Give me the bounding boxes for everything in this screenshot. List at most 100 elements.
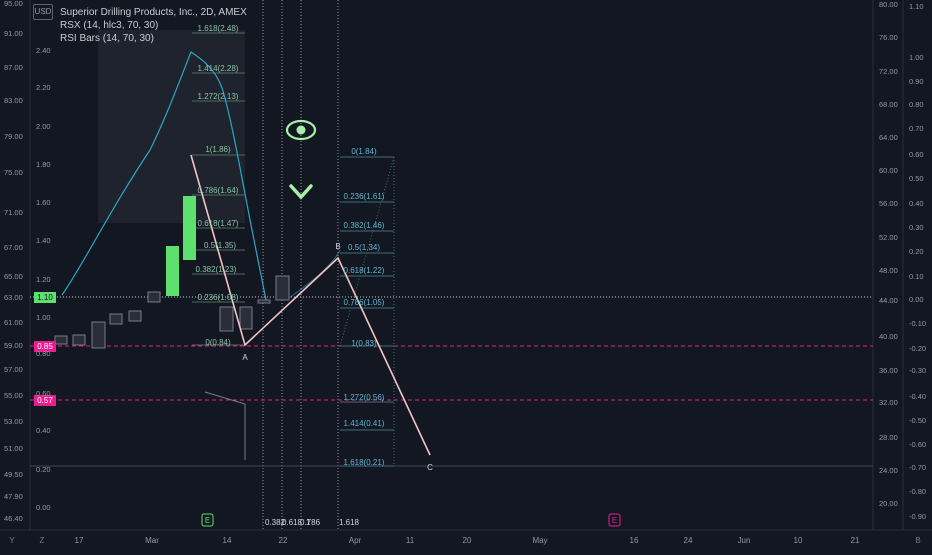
current-price-badge-label: 1.10 (37, 293, 53, 302)
time-axis-tick: 14 (223, 536, 232, 545)
left-axis-tick: 55.00 (4, 391, 23, 400)
right-axis-tick: 28.00 (879, 433, 898, 442)
left-axis-tick: 47.90 (4, 492, 23, 501)
left-axis-tick: 67.00 (4, 243, 23, 252)
level-badge-b-label: 0.57 (37, 396, 53, 405)
wave-label-b: B (335, 242, 340, 251)
candle (257, 299, 271, 304)
right-axis-tick: 64.00 (879, 133, 898, 142)
left-indicator-tick: 2.00 (36, 122, 51, 131)
fib-extension-label: 0.5(1.34) (348, 243, 380, 252)
right-indicator-tick: -0.40 (909, 392, 926, 401)
right-axis-tick: 32.00 (879, 398, 898, 407)
right-indicator-tick: -0.70 (909, 463, 926, 472)
right-axis-tick: 56.00 (879, 199, 898, 208)
right-indicator-tick: -0.20 (909, 344, 926, 353)
right-indicator-tick: -0.10 (909, 319, 926, 328)
candle (239, 306, 253, 330)
right-axis-tick: 76.00 (879, 33, 898, 42)
left-indicator-tick: 1.20 (36, 275, 51, 284)
wave-label-a: A (242, 353, 248, 362)
fib-time-label-1618: 1.618 (339, 518, 360, 527)
time-axis-tick: 16 (630, 536, 639, 545)
corner-right-label[interactable]: B (915, 536, 920, 545)
fib-retracement-label: 0.5(1.35) (204, 241, 236, 250)
left-axis-tick: 53.00 (4, 417, 23, 426)
earnings-marker-2-label: E (612, 516, 617, 525)
right-axis-tick: 40.00 (879, 332, 898, 341)
candle (54, 335, 68, 345)
left-indicator-tick: 2.40 (36, 46, 51, 55)
time-axis-tick: 17 (75, 536, 84, 545)
level-badge-a-label: 0.85 (37, 342, 53, 351)
right-axis-tick: 48.00 (879, 266, 898, 275)
fib-retracement-label: 1.272(2.13) (198, 92, 239, 101)
candle (91, 321, 106, 349)
left-axis-tick: 61.00 (4, 318, 23, 327)
left-axis-tick: 49.50 (4, 470, 23, 479)
right-indicator-tick: 1.10 (909, 2, 924, 11)
right-axis-tick: 44.00 (879, 296, 898, 305)
right-axis-tick: 52.00 (879, 233, 898, 242)
time-axis-tick: 24 (684, 536, 693, 545)
right-indicator-tick: 0.60 (909, 150, 924, 159)
fib-retracement-label: 1.414(2.28) (198, 64, 239, 73)
time-axis-tick: 20 (463, 536, 472, 545)
left-axis-tick: 63.00 (4, 293, 23, 302)
right-indicator-tick: 0.70 (909, 124, 924, 133)
chart-app[interactable]: 95.00 91.00 87.00 83.00 79.00 75.00 71.00 67.00… (0, 0, 932, 550)
right-indicator-tick: 0.50 (909, 174, 924, 183)
right-indicator-tick: -0.30 (909, 366, 926, 375)
fib-extension-label: 1.618(0.21) (344, 458, 385, 467)
right-indicator-tick: 0.30 (909, 223, 924, 232)
left-axis-tick: 59.00 (4, 341, 23, 350)
right-axis-tick: 36.00 (879, 366, 898, 375)
time-axis-tick: 10 (794, 536, 803, 545)
earnings-marker-1-label: E (205, 516, 210, 525)
corner-z-label[interactable]: Z (40, 536, 45, 545)
time-axis-tick: 21 (851, 536, 860, 545)
chart-legend: Superior Drilling Products, Inc., 2D, AM… (60, 6, 247, 45)
candle (219, 306, 234, 332)
fib-extension-label: 0.236(1.61) (344, 192, 385, 201)
left-indicator-tick: 1.00 (36, 313, 51, 322)
fib-extension-label: 1.414(0.41) (344, 419, 385, 428)
right-indicator-tick: 0.40 (909, 199, 924, 208)
corner-left-label[interactable]: Y (9, 536, 15, 545)
right-indicator-tick: 0.80 (909, 100, 924, 109)
fib-extension-label: 1.272(0.56) (344, 393, 385, 402)
time-axis-tick: Mar (145, 536, 159, 545)
right-indicator-tick: 0.20 (909, 247, 924, 256)
candle (147, 291, 161, 303)
left-axis-tick: 79.00 (4, 132, 23, 141)
left-axis-tick: 75.00 (4, 168, 23, 177)
symbol-title: Superior Drilling Products, Inc., 2D, AM… (60, 7, 247, 18)
time-axis-tick: Apr (349, 536, 362, 545)
left-axis-tick: 46.40 (4, 514, 23, 523)
left-axis-tick: 83.00 (4, 96, 23, 105)
right-axis-tick: 80.00 (879, 0, 898, 9)
currency-label[interactable]: USD (33, 4, 53, 20)
indicator-rsx[interactable]: RSX (14, hlc3, 70, 30) (60, 19, 247, 32)
candle (275, 275, 290, 301)
wave-label-c: C (427, 463, 433, 472)
fib-extension-label: 0.618(1.22) (344, 266, 385, 275)
indicator-rsi-bars[interactable]: RSI Bars (14, 70, 30) (60, 32, 247, 45)
candle-bull (166, 246, 179, 296)
fib-extension-label: 1(0.83) (351, 339, 377, 348)
candle (109, 313, 123, 325)
left-axis-tick: 71.00 (4, 208, 23, 217)
right-axis-tick: 24.00 (879, 466, 898, 475)
left-indicator-tick: 1.80 (36, 160, 51, 169)
price-chart[interactable]: 95.00 91.00 87.00 83.00 79.00 75.00 71.00 67.00… (0, 0, 932, 550)
candle (72, 334, 86, 346)
right-axis-tick: 72.00 (879, 67, 898, 76)
left-axis-tick: 87.00 (4, 63, 23, 72)
left-indicator-tick: 1.60 (36, 198, 51, 207)
fib-retracement-labels: 1.618(2.48)1.414(2.28)1.272(2.13)1(1.86)… (196, 24, 239, 347)
left-axis-tick: 65.00 (4, 272, 23, 281)
candle (128, 310, 142, 322)
fib-retracement-label: 0.236(1.08) (198, 293, 239, 302)
fib-extension-label: 0.382(1.46) (344, 221, 385, 230)
fib-retracement-label: 0.618(1.47) (198, 219, 239, 228)
